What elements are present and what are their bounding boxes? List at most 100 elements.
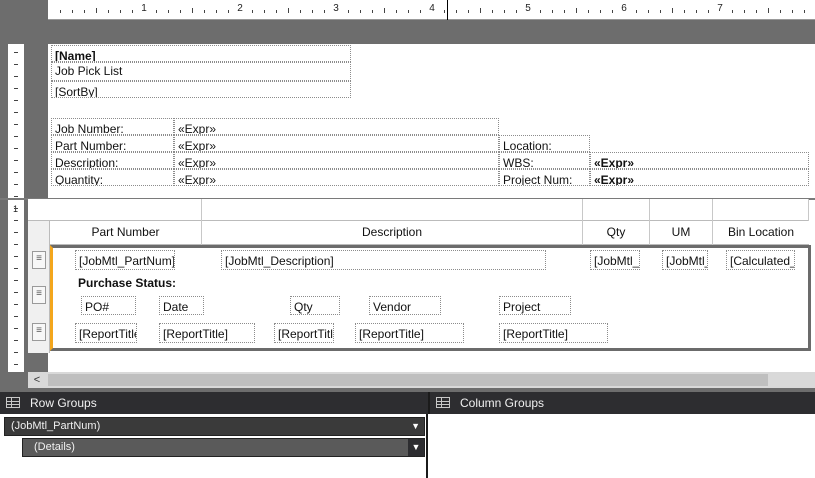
location-label[interactable]: Location: bbox=[499, 135, 590, 152]
po-project-value[interactable]: [ReportTitle] bbox=[499, 323, 608, 343]
ruler-tick bbox=[14, 280, 18, 281]
po-vendor-value[interactable]: [ReportTitle] bbox=[355, 323, 464, 343]
row-groups-grid-icon bbox=[6, 397, 20, 408]
dropdown-arrow-icon[interactable]: ▼ bbox=[411, 418, 420, 435]
ruler-tick bbox=[14, 244, 18, 245]
project-num-expr[interactable]: «Expr» bbox=[590, 169, 809, 186]
description-label[interactable]: Description: bbox=[51, 152, 174, 169]
ruler-tick bbox=[480, 8, 481, 13]
ruler-tick bbox=[14, 196, 18, 197]
ruler-tick bbox=[648, 10, 649, 13]
quantity-label[interactable]: Quantity: bbox=[51, 169, 174, 186]
um-cell[interactable]: [JobMtl_IUM] bbox=[662, 250, 708, 270]
column-handle[interactable] bbox=[202, 199, 583, 221]
pick-list-tablix[interactable]: Part Number Description Qty UM Bin Locat… bbox=[28, 199, 811, 353]
part-number-expr[interactable]: «Expr» bbox=[174, 135, 499, 152]
header-description[interactable]: Description bbox=[202, 221, 583, 245]
bin-cell[interactable]: [Calculated_BinNum] bbox=[726, 250, 795, 270]
report-title-textbox[interactable]: Job Pick List bbox=[51, 62, 351, 81]
column-groups-header: Column Groups bbox=[428, 392, 815, 414]
po-vendor-header[interactable]: Vendor bbox=[369, 296, 441, 315]
header-part-number[interactable]: Part Number bbox=[50, 221, 202, 245]
ruler-tick bbox=[408, 10, 409, 13]
column-handle[interactable] bbox=[583, 199, 650, 221]
ruler-tick bbox=[504, 10, 505, 13]
sort-by-textbox[interactable]: [SortBy] bbox=[51, 81, 351, 98]
project-num-label[interactable]: Project Num: bbox=[499, 169, 590, 186]
po-date-value[interactable]: [ReportTitle] bbox=[159, 323, 255, 343]
qty-cell[interactable]: [JobMtl_Qty] bbox=[590, 250, 640, 270]
ruler-tick bbox=[14, 88, 18, 89]
ruler-tick bbox=[14, 340, 18, 341]
ruler-tick bbox=[14, 136, 18, 137]
po-values-row-handle[interactable]: ≡ bbox=[32, 323, 46, 341]
ruler-tick bbox=[456, 10, 457, 13]
column-handle[interactable] bbox=[713, 199, 809, 221]
purchase-row-handle[interactable]: ≡ bbox=[32, 286, 46, 304]
ruler-tick bbox=[732, 10, 733, 13]
ruler-tick bbox=[468, 10, 469, 13]
job-number-label[interactable]: Job Number: bbox=[51, 118, 174, 135]
ruler-tick bbox=[636, 10, 637, 13]
details-group-frame[interactable]: [JobMtl_PartNum] [JobMtl_Description] [J… bbox=[50, 245, 811, 351]
group-jobmtl-partnum[interactable]: (JobMtl_PartNum) ▼ bbox=[4, 417, 425, 436]
po-date-header[interactable]: Date bbox=[159, 296, 204, 315]
description-cell[interactable]: [JobMtl_Description] bbox=[221, 250, 546, 270]
ruler-tick bbox=[348, 10, 349, 13]
po-project-header[interactable]: Project bbox=[499, 296, 571, 315]
column-handle[interactable] bbox=[50, 199, 202, 221]
ruler-tick bbox=[600, 10, 601, 13]
ruler-tick bbox=[14, 328, 18, 329]
header-bin-location[interactable]: Bin Location bbox=[713, 221, 809, 245]
ruler-number: 6 bbox=[621, 3, 627, 14]
ruler-tick bbox=[672, 8, 673, 13]
ruler-corner bbox=[0, 0, 48, 20]
horizontal-scrollbar[interactable]: < bbox=[28, 372, 815, 388]
job-number-expr[interactable]: «Expr» bbox=[174, 118, 499, 135]
ruler-tick bbox=[108, 10, 109, 13]
scroll-left-arrow-icon[interactable]: < bbox=[30, 372, 44, 388]
tablix-column-handles[interactable] bbox=[28, 199, 809, 221]
vertical-ruler-body: 1 bbox=[8, 200, 24, 372]
scrollbar-thumb[interactable] bbox=[48, 374, 768, 386]
column-groups-title: Column Groups bbox=[460, 396, 545, 410]
po-qty-header[interactable]: Qty bbox=[290, 296, 340, 315]
quantity-expr[interactable]: «Expr» bbox=[174, 169, 499, 186]
ruler-tick bbox=[264, 10, 265, 13]
ruler-tick bbox=[708, 10, 709, 13]
wbs-label[interactable]: WBS: bbox=[499, 152, 590, 169]
ruler-tick bbox=[120, 10, 121, 13]
ruler-tick bbox=[14, 64, 18, 65]
ruler-tick bbox=[276, 10, 277, 13]
ruler-tick bbox=[612, 10, 613, 13]
part-number-label[interactable]: Part Number: bbox=[51, 135, 174, 152]
part-num-cell[interactable]: [JobMtl_PartNum] bbox=[75, 250, 175, 270]
ruler-tick bbox=[588, 10, 589, 13]
header-um[interactable]: UM bbox=[650, 221, 713, 245]
group-details[interactable]: (Details) ▼ bbox=[22, 438, 425, 457]
detail-row-handle[interactable]: ≡ bbox=[32, 251, 46, 269]
row-groups-header: Row Groups bbox=[0, 392, 428, 414]
name-field-textbox[interactable]: [Name] bbox=[51, 45, 351, 62]
ruler-number: 4 bbox=[429, 3, 435, 14]
ruler-tick bbox=[552, 10, 553, 13]
dropdown-arrow-icon[interactable]: ▼ bbox=[408, 439, 424, 456]
ruler-tick bbox=[14, 316, 18, 317]
po-number-header[interactable]: PO# bbox=[81, 296, 136, 315]
ruler-number: 2 bbox=[237, 3, 243, 14]
purchase-status-label[interactable]: Purchase Status: bbox=[78, 276, 176, 290]
ruler-number: 5 bbox=[525, 3, 531, 14]
ruler-tick bbox=[324, 10, 325, 13]
ruler-tick bbox=[780, 10, 781, 13]
ruler-number: 7 bbox=[717, 3, 723, 14]
po-number-value[interactable]: [ReportTitle] bbox=[75, 323, 137, 343]
po-qty-value[interactable]: [ReportTitle] bbox=[274, 323, 334, 343]
wbs-expr[interactable]: «Expr» bbox=[590, 152, 809, 169]
column-handle[interactable] bbox=[650, 199, 713, 221]
description-expr[interactable]: «Expr» bbox=[174, 152, 499, 169]
header-qty[interactable]: Qty bbox=[583, 221, 650, 245]
ruler-tick bbox=[14, 124, 18, 125]
ruler-tick bbox=[492, 10, 493, 13]
tablix-header-row[interactable]: Part Number Description Qty UM Bin Locat… bbox=[50, 221, 809, 245]
group-label: (Details) bbox=[34, 441, 75, 453]
